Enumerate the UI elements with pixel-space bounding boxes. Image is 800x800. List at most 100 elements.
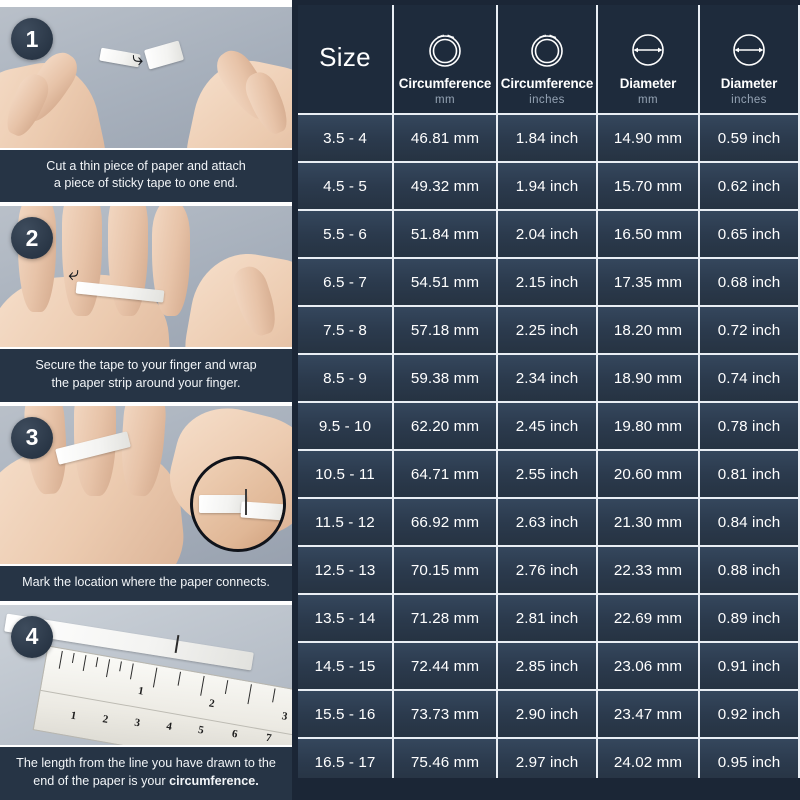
step-caption-3: Mark the location where the paper connec… [0, 563, 292, 601]
curved-arrow-icon: ⤷ [132, 48, 144, 70]
column-header-circumference-inches-label: Circumference [500, 76, 594, 91]
cell-diameter-inches: 0.89 inch [700, 595, 800, 643]
cell-circumference-inches: 2.63 inch [498, 499, 598, 547]
cell-diameter-mm: 22.69 mm [598, 595, 700, 643]
step-caption-1-line2: a piece of sticky tape to one end. [53, 176, 239, 191]
cell-circumference-mm: 57.18 mm [394, 307, 498, 355]
table-row: 11.5 - 12 66.92 mm 2.63 inch 21.30 mm 0.84 i… [298, 499, 800, 547]
ruler-number: 1 [137, 684, 145, 698]
ruler-number: 2 [101, 712, 110, 726]
ruler-number: 2 [207, 697, 216, 710]
cell-diameter-inches: 0.91 inch [700, 643, 800, 691]
step-caption-1-line1: Cut a thin piece of paper and attach [46, 158, 246, 173]
ring-size-guide-infographic: ⤷ 1 Cut a thin piece of paper and attach… [0, 0, 800, 800]
cell-size: 6.5 - 7 [298, 259, 394, 307]
cell-circumference-mm: 70.15 mm [394, 547, 498, 595]
cell-circumference-mm: 59.38 mm [394, 355, 498, 403]
cell-size: 9.5 - 10 [298, 403, 394, 451]
table-row: 12.5 - 13 70.15 mm 2.76 inch 22.33 mm 0.88 i… [298, 547, 800, 595]
step-caption-4: The length from the line you have drawn … [0, 745, 292, 800]
step-panel-1: ⤷ 1 Cut a thin piece of paper and attach… [0, 7, 292, 203]
table-row: 4.5 - 5 49.32 mm 1.94 inch 15.70 mm 0.62 inc… [298, 163, 800, 211]
cell-size: 12.5 - 13 [298, 547, 394, 595]
step-caption-3-line1: Mark the location where the paper connec… [22, 574, 270, 589]
cell-circumference-inches: 1.84 inch [498, 115, 598, 163]
table-body: 3.5 - 4 46.81 mm 1.84 inch 14.90 mm 0.59 inc… [298, 115, 800, 787]
cell-circumference-inches: 2.34 inch [498, 355, 598, 403]
cell-diameter-inches: 0.78 inch [700, 403, 800, 451]
cell-diameter-mm: 19.80 mm [598, 403, 700, 451]
cell-circumference-mm: 46.81 mm [394, 115, 498, 163]
cell-diameter-inches: 0.68 inch [700, 259, 800, 307]
diameter-circle-icon [727, 27, 771, 73]
cell-diameter-inches: 0.62 inch [700, 163, 800, 211]
cell-size: 5.5 - 6 [298, 211, 394, 259]
curved-arrow-icon: ⤶ [68, 263, 80, 286]
circumference-ring-icon [423, 27, 467, 73]
step-number-badge: 2 [11, 217, 53, 260]
table-row: 7.5 - 8 57.18 mm 2.25 inch 18.20 mm 0.72 inc… [298, 307, 800, 355]
cell-size: 10.5 - 11 [298, 451, 394, 499]
column-header-circumference-mm: Circumference mm [394, 5, 498, 115]
cell-diameter-inches: 0.65 inch [700, 211, 800, 259]
cell-circumference-inches: 2.15 inch [498, 259, 598, 307]
table-header-row: Size Circumference mm Circumference inch… [298, 5, 800, 115]
cell-diameter-mm: 23.47 mm [598, 691, 700, 739]
column-header-diameter-inches-label: Diameter [720, 76, 778, 91]
cell-diameter-mm: 20.60 mm [598, 451, 700, 499]
cell-circumference-mm: 64.71 mm [394, 451, 498, 499]
ruler-number: 4 [165, 720, 173, 733]
cell-diameter-inches: 0.81 inch [700, 451, 800, 499]
column-header-diameter-inches-unit: inches [731, 94, 767, 106]
magnifier-inset [190, 455, 286, 552]
table-row: 6.5 - 7 54.51 mm 2.15 inch 17.35 mm 0.68 inc… [298, 259, 800, 307]
cell-size: 11.5 - 12 [298, 499, 394, 547]
cell-circumference-mm: 66.92 mm [394, 499, 498, 547]
cell-diameter-inches: 0.88 inch [700, 547, 800, 595]
cell-circumference-mm: 62.20 mm [394, 403, 498, 451]
column-header-diameter-mm-label: Diameter [619, 76, 677, 91]
measurement-steps-column: ⤷ 1 Cut a thin piece of paper and attach… [0, 0, 292, 800]
cell-size: 14.5 - 15 [298, 643, 394, 691]
table-row: 5.5 - 6 51.84 mm 2.04 inch 16.50 mm 0.65 inc… [298, 211, 800, 259]
footer-strip [292, 778, 800, 800]
cell-size: 15.5 - 16 [298, 691, 394, 739]
column-header-circumference-inches-unit: inches [529, 94, 565, 106]
circumference-ring-icon [525, 27, 569, 73]
cell-size: 7.5 - 8 [298, 307, 394, 355]
table-row: 3.5 - 4 46.81 mm 1.84 inch 14.90 mm 0.59 inc… [298, 115, 800, 163]
cell-diameter-inches: 0.92 inch [700, 691, 800, 739]
table-row: 10.5 - 11 64.71 mm 2.55 inch 20.60 mm 0.81 i… [298, 451, 800, 499]
cell-size: 4.5 - 5 [298, 163, 394, 211]
cell-circumference-inches: 2.76 inch [498, 547, 598, 595]
table-row: 14.5 - 15 72.44 mm 2.85 inch 23.06 mm 0.91 i… [298, 643, 800, 691]
step-number-badge: 1 [11, 18, 53, 60]
cell-diameter-inches: 0.59 inch [700, 115, 800, 163]
cell-diameter-mm: 21.30 mm [598, 499, 700, 547]
cell-circumference-mm: 54.51 mm [394, 259, 498, 307]
cell-diameter-mm: 18.90 mm [598, 355, 700, 403]
ruler-number: 5 [197, 723, 205, 737]
cell-diameter-inches: 0.74 inch [700, 355, 800, 403]
column-header-diameter-mm-unit: mm [638, 94, 658, 106]
step-caption-2-line1: Secure the tape to your finger and wrap [35, 357, 257, 372]
column-header-size-label: Size [319, 42, 371, 72]
ring-size-table: Size Circumference mm Circumference inch… [298, 5, 800, 787]
step-number-badge: 3 [11, 416, 53, 459]
step-number-badge: 4 [11, 615, 53, 658]
ruler-number: 6 [231, 727, 239, 741]
step-panel-3: 3 Mark the location where the paper conn… [0, 405, 292, 601]
column-header-size: Size [298, 5, 394, 115]
cell-circumference-mm: 71.28 mm [394, 595, 498, 643]
column-header-circumference-mm-unit: mm [435, 94, 455, 106]
ruler-number: 3 [280, 709, 289, 723]
cell-diameter-mm: 22.33 mm [598, 547, 700, 595]
cell-diameter-mm: 18.20 mm [598, 307, 700, 355]
table-row: 8.5 - 9 59.38 mm 2.34 inch 18.90 mm 0.74 inc… [298, 355, 800, 403]
cell-diameter-mm: 16.50 mm [598, 211, 700, 259]
diameter-circle-icon [626, 27, 670, 73]
step-panel-4: 1 2 3 1 2 3 4 5 6 7 4 The length from th… [0, 604, 292, 800]
cell-circumference-inches: 1.94 inch [498, 163, 598, 211]
cell-size: 8.5 - 9 [298, 355, 394, 403]
ruler-number: 1 [69, 709, 78, 723]
